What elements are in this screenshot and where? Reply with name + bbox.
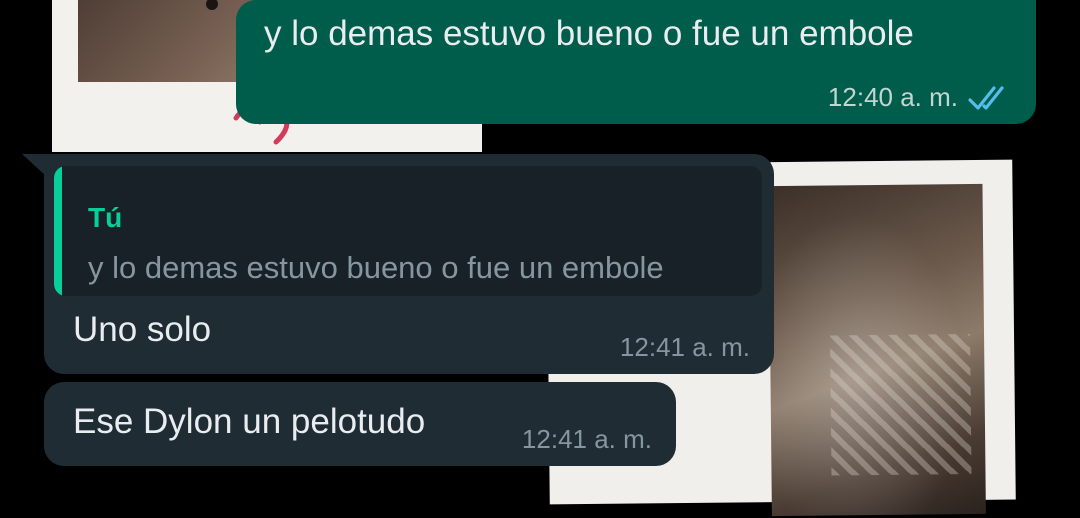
message-bubble-outgoing[interactable]: y lo demas estuvo bueno o fue un embole … <box>236 0 1036 124</box>
quoted-author: Tú <box>88 202 123 233</box>
message-meta: 12:40 a. m. <box>828 82 1012 113</box>
wallpaper-photo <box>768 183 986 517</box>
message-text: Uno solo <box>73 310 212 349</box>
message-text: Ese Dylon un pelotudo <box>73 402 426 441</box>
double-check-read-icon <box>968 85 1004 110</box>
message-bubble-incoming[interactable]: Tú y lo demas estuvo bueno o fue un embo… <box>44 154 774 374</box>
bubble-tail <box>22 154 46 176</box>
message-time: 12:41 a. m. <box>521 424 652 454</box>
quote-accent-bar <box>54 166 62 296</box>
quoted-text: y lo demas estuvo bueno o fue un embole <box>88 250 664 285</box>
quoted-message[interactable]: Tú y lo demas estuvo bueno o fue un embo… <box>54 166 762 296</box>
message-bubble-incoming[interactable]: Ese Dylon un pelotudo 12:41 a. m. <box>44 382 676 466</box>
message-text: y lo demas estuvo bueno o fue un embole <box>264 14 914 53</box>
message-time: 12:40 a. m. <box>827 82 958 112</box>
message-time: 12:41 a. m. <box>619 332 750 362</box>
